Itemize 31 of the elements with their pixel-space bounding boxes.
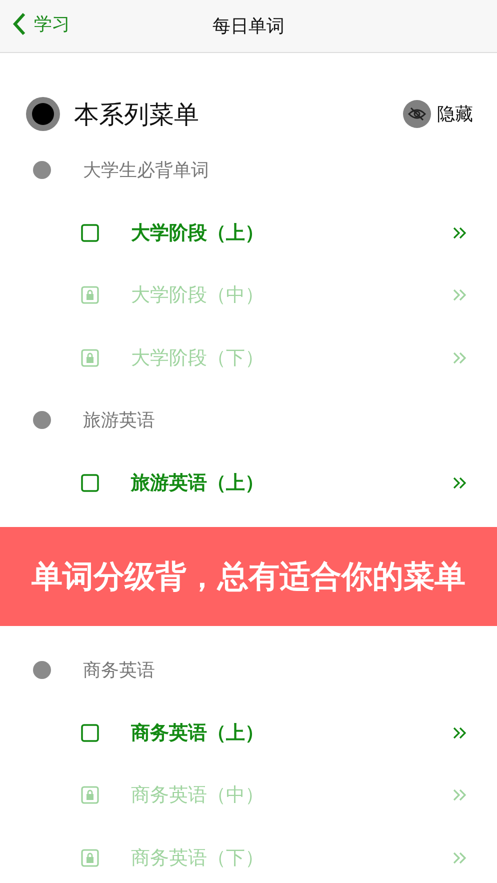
banner-text: 单词分级背，总有适合你的菜单 [32, 558, 466, 596]
menu-item[interactable]: 商务英语（上） [0, 702, 497, 764]
bullet-icon [33, 161, 51, 180]
double-chevron-icon [453, 850, 467, 865]
menu-item[interactable]: 旅游英语（上） [0, 452, 497, 514]
lock-icon [81, 848, 99, 867]
double-chevron-icon [453, 476, 467, 490]
radio-icon [26, 97, 60, 131]
double-chevron-icon [453, 726, 467, 740]
lock-icon [81, 348, 99, 367]
series-title: 本系列菜单 [74, 98, 200, 130]
lock-icon [81, 286, 99, 304]
eye-hidden-icon [403, 100, 431, 128]
checkbox-icon [81, 224, 99, 242]
group-title: 商务英语 [83, 659, 155, 682]
group-title: 旅游英语 [83, 409, 155, 432]
checkbox-icon [81, 724, 99, 742]
double-chevron-icon [453, 226, 467, 240]
menu-item[interactable]: 大学阶段（上） [0, 202, 497, 264]
bullet-icon [33, 661, 51, 680]
bullet-icon [33, 411, 51, 430]
back-button[interactable]: 学习 [12, 12, 70, 36]
screen-title: 每日单词 [212, 15, 284, 38]
double-chevron-icon [453, 788, 467, 802]
lock-icon [81, 786, 99, 804]
hide-button[interactable]: 隐藏 [403, 100, 473, 128]
double-chevron-icon [453, 350, 467, 365]
double-chevron-icon [453, 288, 467, 302]
back-icon [12, 12, 26, 36]
checkbox-icon [81, 474, 99, 492]
group-title: 大学生必背单词 [83, 159, 209, 182]
